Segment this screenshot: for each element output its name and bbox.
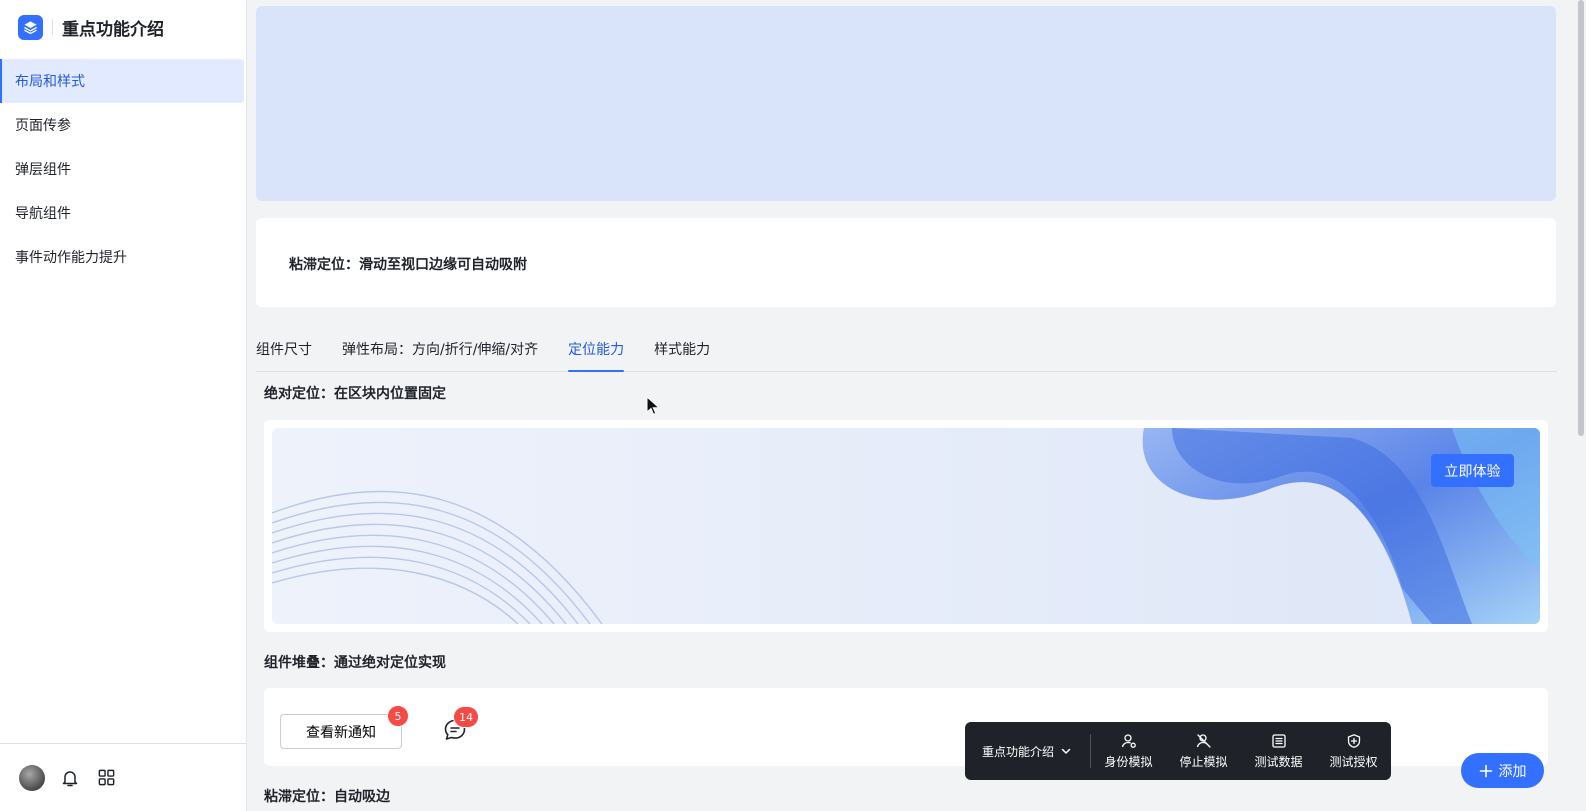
shield-icon [1347, 733, 1360, 748]
add-button-label: 添加 [1498, 762, 1527, 779]
section-title-absolute: 绝对定位：在区块内位置固定 [264, 386, 446, 402]
sticky-card-text: 粘滞定位：滑动至视口边缘可自动吸附 [289, 257, 527, 273]
test-auth-label: 测试授权 [1329, 754, 1378, 769]
chat-count-badge: 14 [453, 706, 479, 728]
impersonate-label: 身份模拟 [1104, 754, 1153, 769]
impersonate-button[interactable]: 身份模拟 [1091, 722, 1166, 780]
sidebar-item-page-params[interactable]: 页面传参 [0, 103, 246, 147]
sidebar-nav: 布局和样式 页面传参 弹层组件 导航组件 事件动作能力提升 [0, 59, 246, 279]
sidebar-item-event-actions[interactable]: 事件动作能力提升 [0, 235, 246, 279]
sidebar-footer [0, 743, 246, 811]
tab-component-size[interactable]: 组件尺寸 [256, 326, 312, 371]
top-banner-placeholder [256, 6, 1556, 201]
add-button[interactable]: 添加 [1461, 753, 1544, 788]
app-select-label: 重点功能介绍 [982, 744, 1055, 759]
user-cog-icon [1121, 733, 1136, 748]
layers-icon [18, 14, 43, 40]
view-notifications-button[interactable]: 查看新通知 [280, 714, 402, 749]
notification-count-badge: 5 [387, 705, 409, 727]
mouse-cursor-icon [646, 396, 660, 415]
main-content: 粘滞定位：滑动至视口边缘可自动吸附 组件尺寸 弹性布局：方向/折行/伸缩/对齐 … [247, 0, 1557, 811]
tab-flex-layout[interactable]: 弹性布局：方向/折行/伸缩/对齐 [342, 326, 538, 371]
plus-icon [1479, 764, 1492, 777]
app-select-dropdown[interactable]: 重点功能介绍 [965, 722, 1090, 780]
user-off-icon [1196, 733, 1211, 748]
tab-positioning[interactable]: 定位能力 [568, 326, 625, 372]
sidebar-item-nav-components[interactable]: 导航组件 [0, 191, 246, 235]
brand: 重点功能介绍 [18, 14, 164, 40]
section-title-stack: 组件堆叠：通过绝对定位实现 [264, 655, 446, 671]
scrollbar-thumb[interactable] [1578, 0, 1584, 436]
brand-divider [52, 19, 53, 35]
test-data-button[interactable]: 测试数据 [1241, 722, 1316, 780]
banner-artwork [272, 428, 1540, 624]
stop-impersonate-label: 停止模拟 [1179, 754, 1228, 769]
avatar[interactable] [19, 764, 45, 791]
app-title: 重点功能介绍 [62, 19, 164, 40]
test-auth-button[interactable]: 测试授权 [1316, 722, 1391, 780]
absolute-position-card: 立即体验 [264, 420, 1548, 632]
test-data-label: 测试数据 [1254, 754, 1303, 769]
chevron-down-icon [1061, 748, 1071, 754]
sidebar: 重点功能介绍 布局和样式 页面传参 弹层组件 导航组件 事件动作能力提升 [0, 0, 247, 811]
stop-impersonate-button[interactable]: 停止模拟 [1166, 722, 1241, 780]
tab-styles[interactable]: 样式能力 [654, 326, 710, 371]
try-now-button[interactable]: 立即体验 [1431, 454, 1514, 487]
sidebar-item-popup-components[interactable]: 弹层组件 [0, 147, 246, 191]
scrollbar-track[interactable] [1557, 0, 1586, 811]
section-title-sticky-edge: 粘滞定位：自动吸边 [264, 789, 390, 805]
bell-icon[interactable] [59, 767, 81, 789]
floating-toolbar: 重点功能介绍 身份模拟 停止模拟 测试数据 测试授权 [965, 722, 1391, 780]
sidebar-item-layout-style[interactable]: 布局和样式 [0, 59, 244, 103]
grid-apps-icon[interactable] [95, 767, 117, 789]
table-icon [1271, 733, 1286, 748]
banner-image: 立即体验 [272, 428, 1540, 624]
tab-bar: 组件尺寸 弹性布局：方向/折行/伸缩/对齐 定位能力 样式能力 [256, 326, 1557, 372]
sticky-card: 粘滞定位：滑动至视口边缘可自动吸附 [256, 218, 1556, 307]
